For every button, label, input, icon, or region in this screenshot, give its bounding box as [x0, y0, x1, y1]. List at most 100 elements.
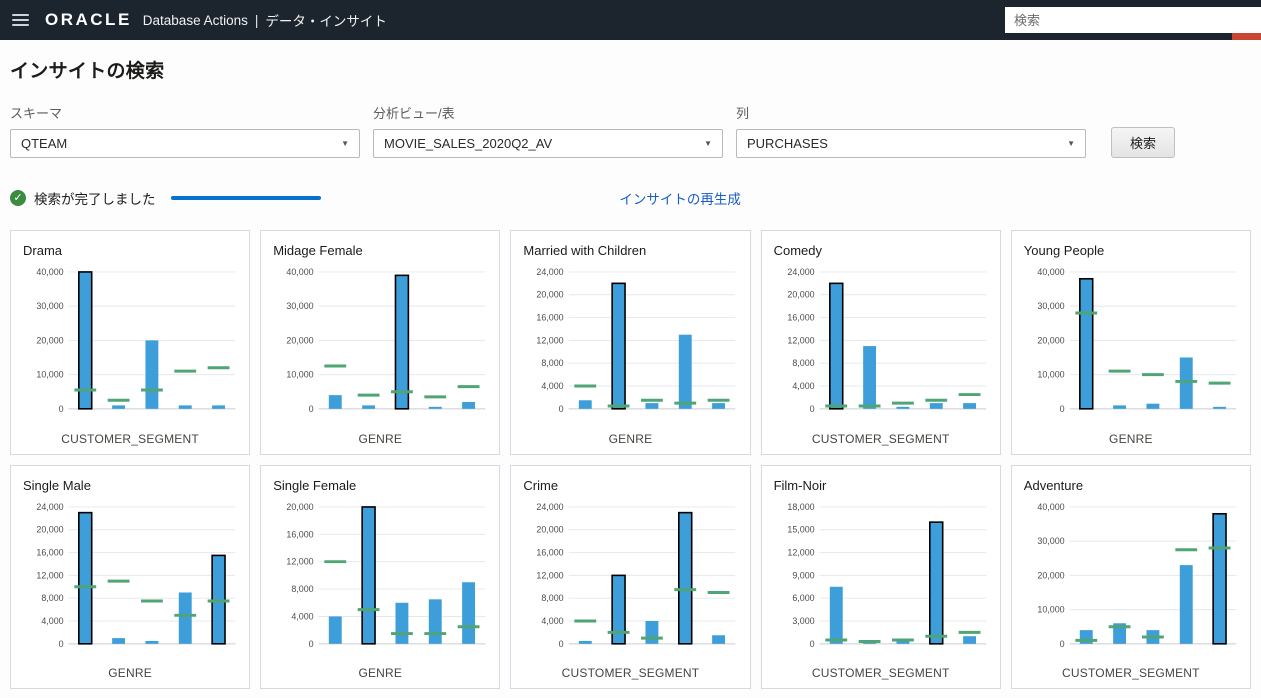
svg-text:0: 0 [1059, 404, 1064, 414]
insight-card[interactable]: Crime 04,0008,00012,00016,00020,00024,00… [510, 465, 750, 690]
analytic-view-select[interactable]: MOVIE_SALES_2020Q2_AV ▼ [373, 129, 723, 158]
app-title: Database Actions [143, 13, 248, 28]
insight-card-xlabel: CUSTOMER_SEGMENT [770, 432, 992, 446]
column-field: 列 PURCHASES ▼ [736, 103, 1086, 158]
schema-field: スキーマ QTEAM ▼ [10, 103, 360, 158]
svg-text:8,000: 8,000 [792, 358, 814, 368]
insight-card-xlabel: GENRE [19, 666, 241, 680]
svg-text:0: 0 [559, 638, 564, 648]
insight-card[interactable]: Midage Female 010,00020,00030,00040,000 … [260, 230, 500, 455]
svg-text:0: 0 [59, 404, 64, 414]
svg-text:8,000: 8,000 [292, 584, 314, 594]
app-header: ORACLE Database Actions | データ・インサイト [0, 0, 1261, 40]
svg-text:20,000: 20,000 [537, 524, 564, 534]
svg-text:0: 0 [59, 638, 64, 648]
insight-card-xlabel: CUSTOMER_SEGMENT [1020, 666, 1242, 680]
svg-text:40,000: 40,000 [1037, 502, 1064, 512]
insight-card-title: Single Female [269, 478, 491, 493]
insight-card[interactable]: Young People 010,00020,00030,00040,000 G… [1011, 230, 1251, 455]
svg-text:12,000: 12,000 [787, 335, 814, 345]
svg-text:4,000: 4,000 [292, 611, 314, 621]
svg-text:20,000: 20,000 [787, 290, 814, 300]
schema-select[interactable]: QTEAM ▼ [10, 129, 360, 158]
svg-text:0: 0 [309, 638, 314, 648]
chevron-down-icon: ▼ [704, 139, 712, 148]
column-select[interactable]: PURCHASES ▼ [736, 129, 1086, 158]
svg-text:20,000: 20,000 [287, 335, 314, 345]
insight-card[interactable]: Single Male 04,0008,00012,00016,00020,00… [10, 465, 250, 690]
regenerate-insights-link[interactable]: インサイトの再生成 [619, 188, 741, 208]
svg-text:8,000: 8,000 [542, 593, 564, 603]
svg-text:20,000: 20,000 [537, 290, 564, 300]
svg-text:0: 0 [1059, 638, 1064, 648]
svg-text:30,000: 30,000 [1037, 301, 1064, 311]
svg-text:12,000: 12,000 [787, 547, 814, 557]
insight-card[interactable]: Single Female 04,0008,00012,00016,00020,… [260, 465, 500, 690]
svg-text:3,000: 3,000 [792, 616, 814, 626]
insight-card[interactable]: Adventure 010,00020,00030,00040,000 CUST… [1011, 465, 1251, 690]
red-accent-bar [1232, 33, 1261, 40]
svg-text:10,000: 10,000 [36, 370, 63, 380]
svg-text:12,000: 12,000 [537, 570, 564, 580]
insight-card-xlabel: GENRE [1020, 432, 1242, 446]
analytic-view-value: MOVIE_SALES_2020Q2_AV [384, 136, 552, 151]
svg-text:20,000: 20,000 [36, 335, 63, 345]
search-button[interactable]: 検索 [1111, 127, 1175, 158]
hamburger-menu-icon[interactable] [12, 14, 29, 26]
svg-text:18,000: 18,000 [787, 502, 814, 512]
svg-text:12,000: 12,000 [287, 556, 314, 566]
insight-card-xlabel: CUSTOMER_SEGMENT [770, 666, 992, 680]
insight-card-xlabel: GENRE [519, 432, 741, 446]
insight-card-title: Married with Children [519, 243, 741, 258]
chevron-down-icon: ▼ [341, 139, 349, 148]
svg-text:0: 0 [809, 404, 814, 414]
svg-text:24,000: 24,000 [36, 502, 63, 512]
insight-card-title: Crime [519, 478, 741, 493]
schema-label: スキーマ [10, 103, 360, 122]
insight-card[interactable]: Film-Noir 03,0006,0009,00012,00015,00018… [761, 465, 1001, 690]
bar-chart: 010,00020,00030,00040,000 [19, 264, 241, 429]
svg-text:24,000: 24,000 [537, 267, 564, 277]
svg-text:10,000: 10,000 [287, 370, 314, 380]
bar-chart: 010,00020,00030,00040,000 [1020, 264, 1242, 429]
svg-text:4,000: 4,000 [542, 381, 564, 391]
insight-card-title: Drama [19, 243, 241, 258]
svg-text:12,000: 12,000 [36, 570, 63, 580]
bar-chart: 03,0006,0009,00012,00015,00018,000 [770, 499, 992, 664]
svg-text:4,000: 4,000 [792, 381, 814, 391]
insight-card-title: Comedy [770, 243, 992, 258]
svg-text:8,000: 8,000 [542, 358, 564, 368]
svg-text:20,000: 20,000 [36, 524, 63, 534]
insight-cards-grid: Drama 0 10,000 20,000 30,000 40,000 CUSTOMER… [10, 230, 1251, 689]
insight-card[interactable]: Drama 010,00020,00030,00040,000 CUSTOMER… [10, 230, 250, 455]
svg-text:9,000: 9,000 [792, 570, 814, 580]
insight-card-xlabel: CUSTOMER_SEGMENT [519, 666, 741, 680]
svg-text:15,000: 15,000 [787, 524, 814, 534]
search-input[interactable] [1005, 7, 1261, 33]
chevron-down-icon: ▼ [1067, 139, 1075, 148]
status-row: ✓ 検索が完了しました インサイトの再生成 [10, 188, 1251, 208]
analytic-view-label: 分析ビュー/表 [373, 103, 723, 122]
page-title: インサイトの検索 [10, 56, 1251, 83]
insight-card[interactable]: Married with Children 04,0008,00012,0001… [510, 230, 750, 455]
insight-card[interactable]: Comedy 04,0008,00012,00016,00020,00024,0… [761, 230, 1001, 455]
svg-text:24,000: 24,000 [787, 267, 814, 277]
svg-text:10,000: 10,000 [1037, 604, 1064, 614]
bar-chart: 010,00020,00030,00040,000 [1020, 499, 1242, 664]
svg-text:16,000: 16,000 [287, 529, 314, 539]
svg-text:40,000: 40,000 [1037, 267, 1064, 277]
schema-value: QTEAM [21, 136, 67, 151]
bar-chart: 04,0008,00012,00016,00020,00024,000 [770, 264, 992, 429]
column-value: PURCHASES [747, 136, 828, 151]
filters-row: スキーマ QTEAM ▼ 分析ビュー/表 MOVIE_SALES_2020Q2_… [10, 103, 1251, 158]
insight-card-xlabel: CUSTOMER_SEGMENT [19, 432, 241, 446]
insight-card-xlabel: GENRE [269, 432, 491, 446]
insight-card-title: Midage Female [269, 243, 491, 258]
insight-card-title: Single Male [19, 478, 241, 493]
svg-text:0: 0 [309, 404, 314, 414]
svg-text:0: 0 [809, 638, 814, 648]
status-message: 検索が完了しました [34, 188, 156, 208]
svg-text:16,000: 16,000 [537, 547, 564, 557]
insight-card-title: Adventure [1020, 478, 1242, 493]
svg-text:20,000: 20,000 [1037, 570, 1064, 580]
